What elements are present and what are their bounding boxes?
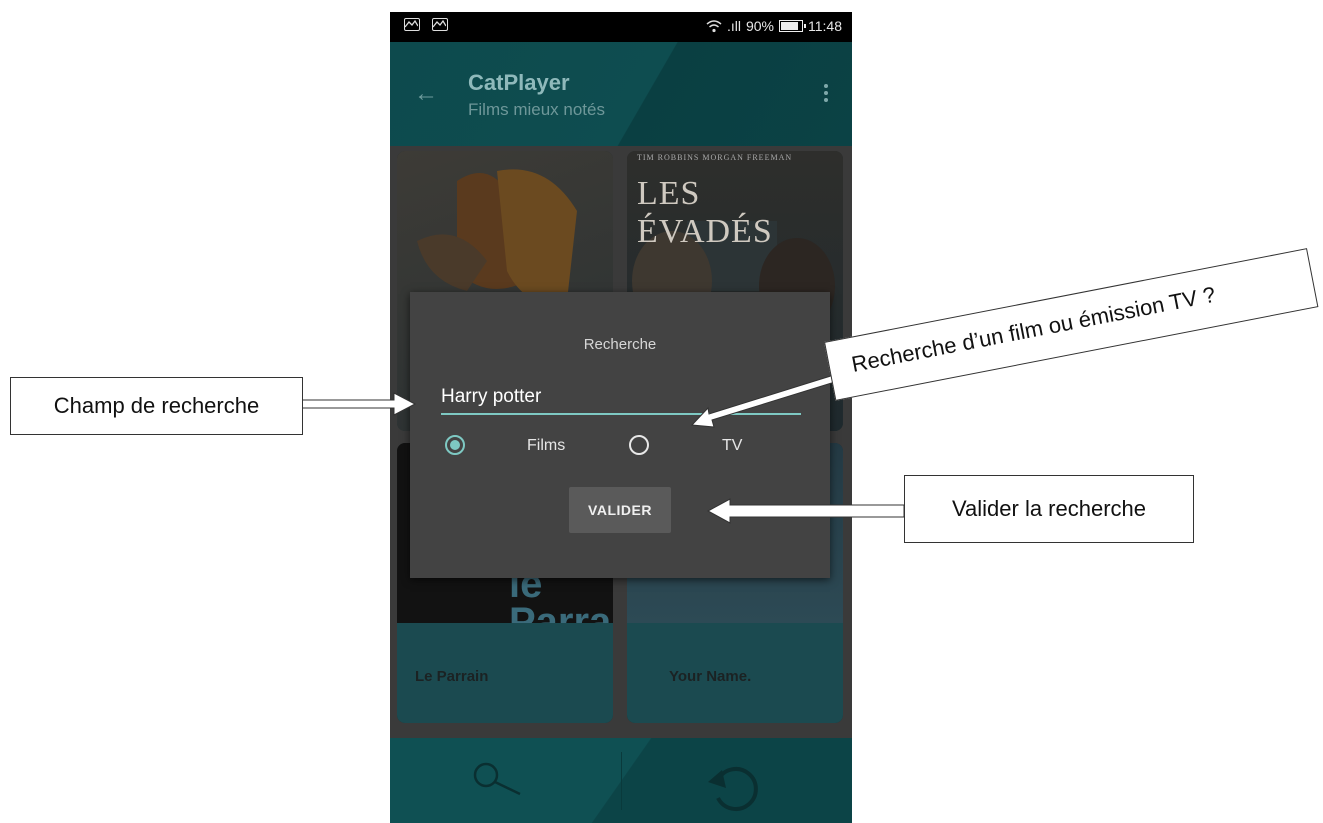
arrow-to-search-field <box>300 392 417 416</box>
callout-valider: Valider la recherche <box>904 475 1194 543</box>
callout-search-field: Champ de recherche <box>10 377 303 435</box>
arrow-to-options <box>690 374 839 428</box>
arrow-to-valider <box>706 498 905 524</box>
